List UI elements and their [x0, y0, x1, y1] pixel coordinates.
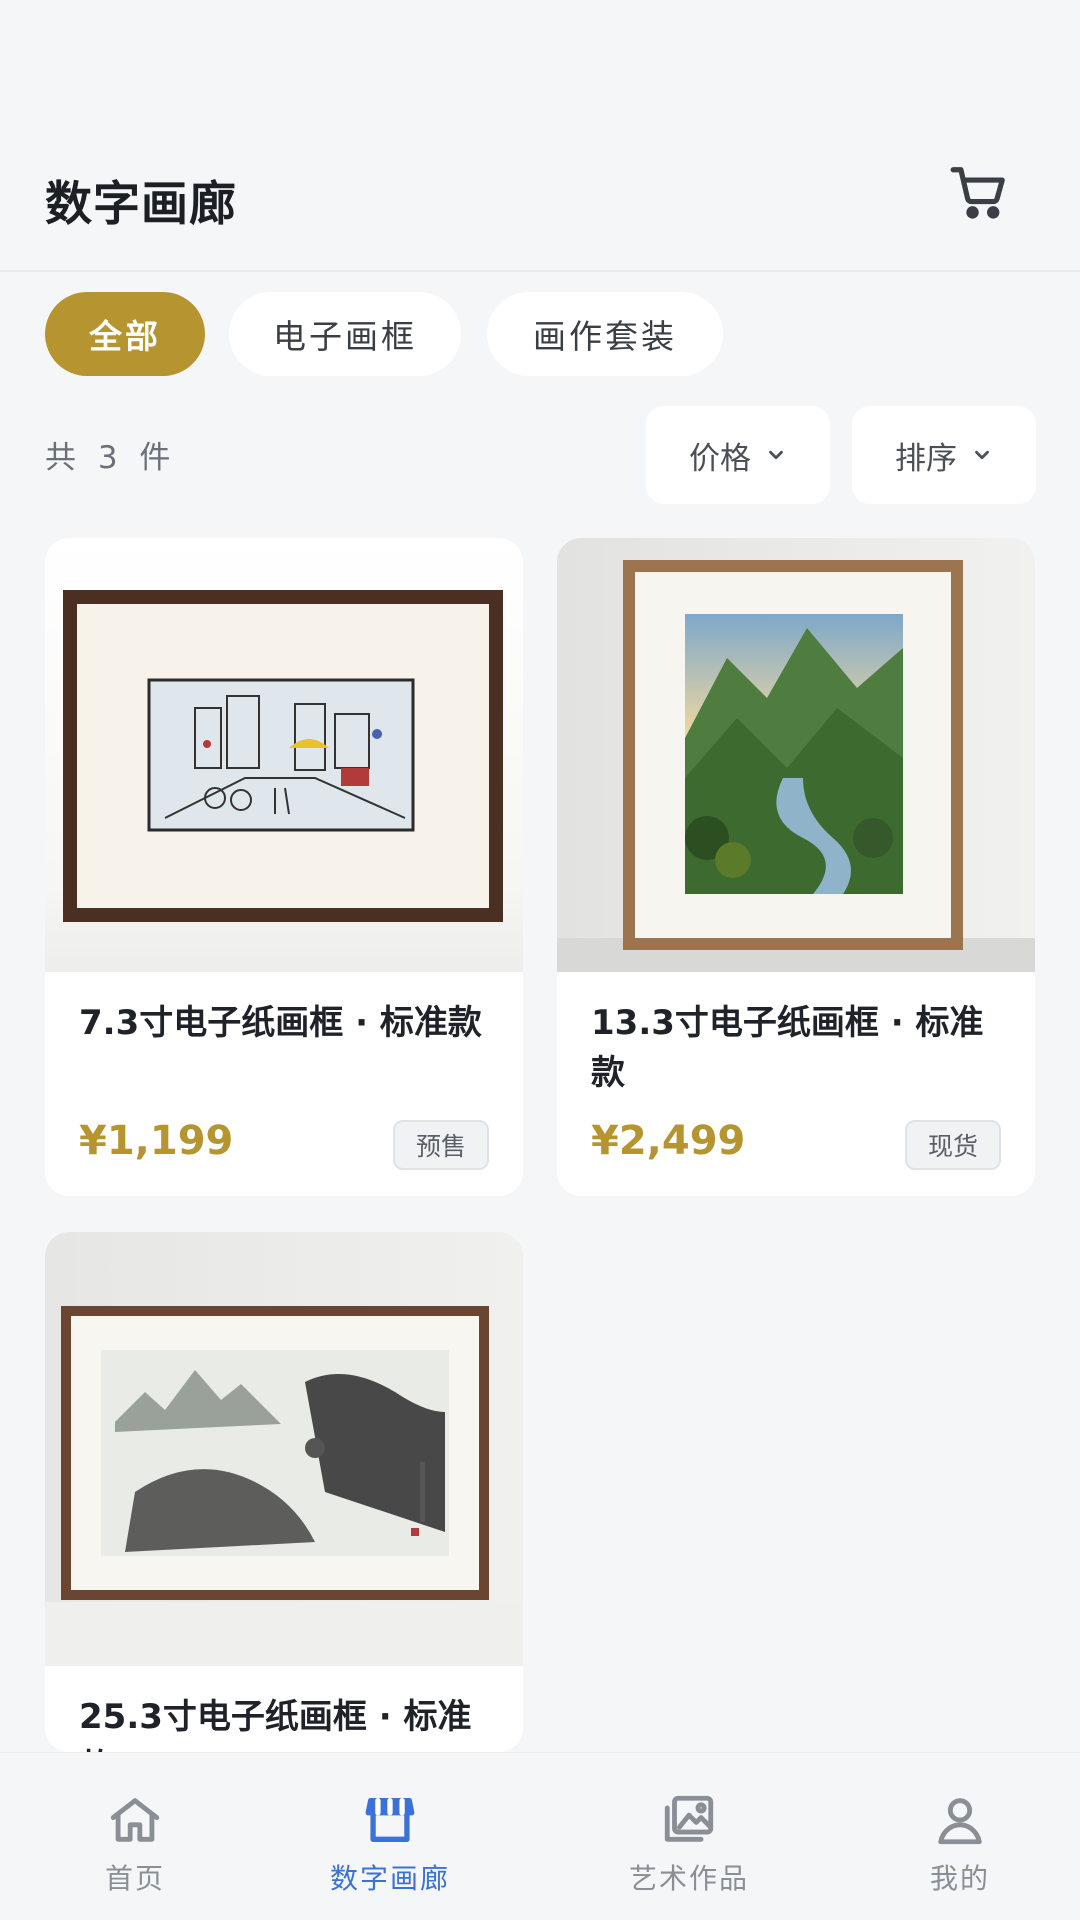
- store-icon: [365, 1798, 415, 1842]
- tab-label: 艺术作品: [628, 1862, 749, 1895]
- tab-profile[interactable]: 我的: [825, 1753, 1080, 1920]
- tab-label: 我的: [929, 1862, 990, 1895]
- product-name: 7.3寸电子纸画框 · 标准款: [79, 1003, 482, 1043]
- tab-home[interactable]: 首页: [0, 1753, 270, 1920]
- page-title: 数字画廊: [45, 177, 237, 232]
- sort-filter-label: 排序: [895, 440, 957, 477]
- bottom-tab-bar: 首页 数字画廊 艺术作品 我的: [0, 1752, 1080, 1920]
- product-card[interactable]: 7.3寸电子纸画框 · 标准款 ¥1,199 预售: [45, 538, 523, 1196]
- price-filter-label: 价格: [689, 440, 751, 477]
- product-card[interactable]: 13.3寸电子纸画框 · 标准款 ¥2,499 现货: [557, 538, 1035, 1196]
- product-image-ink-painting-frame: [45, 1232, 523, 1666]
- tab-label: 数字画廊: [329, 1862, 450, 1895]
- tab-gallery[interactable]: 数字画廊: [255, 1753, 525, 1920]
- product-name: 13.3寸电子纸画框 · 标准款: [591, 1003, 984, 1093]
- cart-button[interactable]: [948, 162, 1010, 224]
- product-card[interactable]: 25.3寸电子纸画框 · 标准款: [45, 1232, 523, 1752]
- image-icon: [664, 1795, 714, 1842]
- product-price: ¥1,199: [79, 1118, 234, 1164]
- chip-e-frame[interactable]: 电子画框: [229, 292, 461, 376]
- item-count: 共 3 件: [45, 440, 177, 476]
- stock-status-badge: 预售: [393, 1120, 489, 1170]
- home-icon: [110, 1798, 160, 1842]
- chip-all[interactable]: 全部: [45, 292, 205, 376]
- product-name: 25.3寸电子纸画框 · 标准款: [79, 1697, 472, 1752]
- chevron-down-icon: [975, 450, 989, 460]
- chip-art-bundle[interactable]: 画作套装: [487, 292, 723, 376]
- price-filter-button[interactable]: 价格: [646, 406, 830, 504]
- tab-label: 首页: [104, 1862, 165, 1895]
- tab-artworks[interactable]: 艺术作品: [554, 1753, 824, 1920]
- chevron-down-icon: [769, 450, 783, 460]
- app-header: 数字画廊: [0, 0, 1080, 272]
- product-price: ¥2,499: [591, 1118, 746, 1164]
- product-image-city-sketch-frame: [45, 538, 523, 972]
- sort-filter-button[interactable]: 排序: [852, 406, 1036, 504]
- product-image-landscape-frame: [557, 538, 1035, 972]
- user-icon: [938, 1798, 982, 1845]
- stock-status-badge: 现货: [905, 1120, 1001, 1170]
- cart-icon: [950, 167, 1005, 219]
